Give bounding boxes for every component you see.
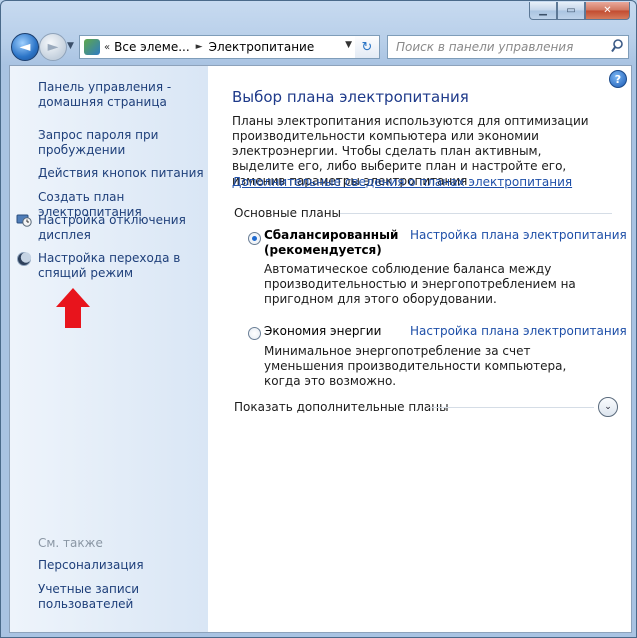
sidebar-item-sleep-settings[interactable]: Настройка перехода в спящий режим [38,251,188,281]
search-placeholder: Поиск в панели управления [396,40,574,54]
address-dropdown-icon[interactable]: ▼ [345,40,352,50]
breadcrumb-all-items[interactable]: Все элеме... [114,40,190,54]
control-panel-icon [84,39,100,55]
close-button[interactable]: ✕ [585,2,630,20]
breadcrumb-overflow-chevron[interactable]: « [104,42,110,53]
plan-power-saver-settings-link[interactable]: Настройка плана электропитания [410,324,627,338]
page-title: Выбор плана электропитания [232,88,469,106]
personalization-link[interactable]: Персонализация [38,558,198,573]
sidebar-item-power-buttons[interactable]: Действия кнопок питания [38,166,208,181]
see-also-heading: См. также [38,536,103,550]
plan-balanced-settings-link[interactable]: Настройка плана электропитания [410,228,627,242]
recent-pages-dropdown[interactable]: ▼ [67,41,74,51]
more-info-link[interactable]: Дополнительные сведения о планах электро… [232,175,572,189]
show-additional-plans-label[interactable]: Показать дополнительные планы [234,400,449,414]
search-input[interactable]: Поиск в панели управления [387,35,629,59]
plan-balanced-description: Автоматическое соблюдение баланса между … [264,262,576,306]
minimize-button[interactable]: ▁ [529,2,557,20]
plan-power-saver-name[interactable]: Экономия энергии [264,324,404,339]
refresh-button[interactable]: ↻ [355,35,380,59]
plan-power-saver-description: Минимальное энергопотребление за счет ум… [264,344,567,388]
task-pane: Панель управления - домашняя страница За… [10,66,208,632]
plan-power-saver-radio[interactable] [248,327,261,340]
plan-balanced-name[interactable]: Сбалансированный (рекомендуется) [264,228,404,258]
maximize-button[interactable]: ▭ [557,2,585,20]
group-divider [340,213,612,214]
sidebar-item-display-off[interactable]: Настройка отключения дисплея [38,213,188,243]
content-area: Панель управления - домашняя страница За… [9,65,632,633]
address-bar[interactable]: « Все элеме... ► Электропитание ▼ [79,35,357,59]
moon-icon [17,252,32,266]
caption-buttons: ▁ ▭ ✕ [529,2,630,20]
breadcrumb-power-options[interactable]: Электропитание [209,40,315,54]
search-icon[interactable] [611,39,623,53]
control-panel-window: ▁ ▭ ✕ ◄ ► ▼ « Все элеме... ► Электропита… [0,0,637,638]
red-arrow-annotation [56,288,90,328]
sidebar-item-wake-password[interactable]: Запрос пароля при пробуждении [38,128,188,158]
expand-chevron-icon[interactable]: ⌄ [598,397,618,417]
preferred-plans-label: Основные планы [234,206,342,220]
help-icon[interactable]: ? [609,70,627,88]
user-accounts-link[interactable]: Учетные записи пользователей [38,582,178,612]
navigation-bar: ◄ ► ▼ « Все элеме... ► Электропитание ▼ … [1,29,636,65]
forward-button[interactable]: ► [39,33,67,61]
back-button[interactable]: ◄ [11,33,39,61]
control-panel-home-link[interactable]: Панель управления - домашняя страница [38,80,198,110]
display-clock-icon [16,214,32,227]
breadcrumb-separator-icon[interactable]: ► [196,42,203,52]
show-more-divider [428,407,594,408]
plan-balanced-radio[interactable] [248,232,261,245]
